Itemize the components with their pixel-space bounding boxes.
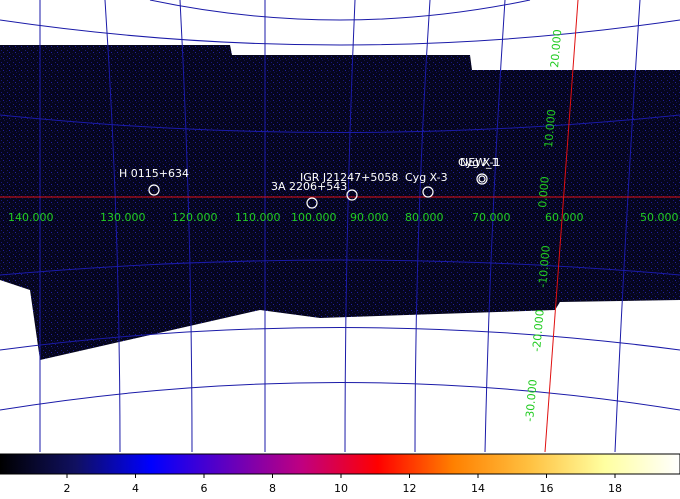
colorbar: 2 4 6 8 10 12 14 16 18 bbox=[0, 453, 680, 495]
longitude-label: 50.000 bbox=[640, 211, 679, 224]
colorbar-tick-label: 16 bbox=[540, 482, 554, 495]
latitude-label: 0.000 bbox=[536, 176, 552, 209]
longitude-label: 120.000 bbox=[172, 211, 218, 224]
colorbar-tick-label: 6 bbox=[201, 482, 208, 495]
longitude-label: 60.000 bbox=[545, 211, 584, 224]
longitude-label: 100.000 bbox=[291, 211, 337, 224]
longitude-label: 70.000 bbox=[472, 211, 511, 224]
colorbar-tick-label: 10 bbox=[334, 482, 348, 495]
longitude-label: 140.000 bbox=[8, 211, 54, 224]
latitude-label: 20.000 bbox=[548, 29, 564, 68]
longitude-label: 110.000 bbox=[235, 211, 281, 224]
source-label: Cyg X-3 bbox=[405, 171, 448, 184]
source-label: NEW_1 bbox=[460, 156, 499, 169]
latitude-label: -20.000 bbox=[530, 309, 547, 352]
source-label: H 0115+634 bbox=[119, 167, 189, 180]
colorbar-tick-label: 4 bbox=[132, 482, 139, 495]
colorbar-tick-label: 12 bbox=[403, 482, 417, 495]
colorbar-tick-label: 18 bbox=[608, 482, 622, 495]
longitude-label: 80.000 bbox=[405, 211, 444, 224]
exposure-image bbox=[0, 45, 680, 360]
source-label: IGR J21247+5058 bbox=[300, 171, 398, 184]
colorbar-tick-label: 8 bbox=[269, 482, 276, 495]
longitude-label: 90.000 bbox=[350, 211, 389, 224]
sky-map: H 0115+634 3A 2206+543 IGR J21247+5058 C… bbox=[0, 0, 680, 452]
colorbar-gradient bbox=[0, 453, 680, 475]
longitude-label: 130.000 bbox=[100, 211, 146, 224]
colorbar-tick-label: 14 bbox=[471, 482, 485, 495]
colorbar-tick-label: 2 bbox=[64, 482, 71, 495]
latitude-label: -30.000 bbox=[523, 379, 540, 422]
